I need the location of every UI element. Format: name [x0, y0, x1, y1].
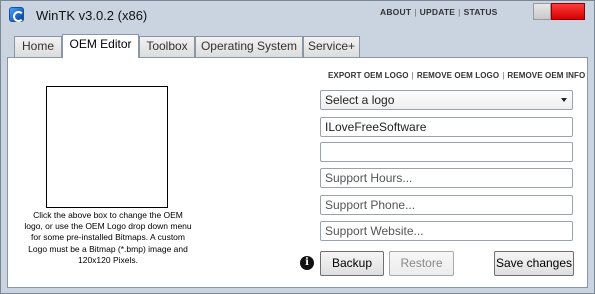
app-window: WinTK v3.0.2 (x86) ABOUT | UPDATE | STATUS H… — [0, 0, 595, 294]
support-hours-field[interactable]: Support Hours... — [320, 168, 573, 188]
top-links: ABOUT | UPDATE | STATUS — [380, 7, 498, 17]
tab-toolbox[interactable]: Toolbox — [139, 36, 195, 57]
export-oem-logo-link[interactable]: EXPORT OEM LOGO — [328, 71, 409, 80]
oem-logo-box[interactable] — [46, 86, 168, 208]
update-link[interactable]: UPDATE — [420, 7, 456, 17]
restore-button[interactable]: Restore — [389, 251, 454, 276]
support-website-field[interactable]: Support Website... — [320, 221, 573, 241]
oem-editor-panel: Click the above box to change the OEM lo… — [7, 57, 588, 288]
model-field[interactable] — [320, 142, 573, 162]
remove-oem-info-link[interactable]: REMOVE OEM INFO — [507, 71, 585, 80]
minimize-button[interactable] — [533, 3, 551, 20]
tab-operating-system[interactable]: Operating System — [195, 36, 303, 57]
window-title: WinTK v3.0.2 (x86) — [36, 8, 148, 23]
logo-help-text: Click the above box to change the OEM lo… — [24, 210, 192, 265]
manufacturer-field[interactable]: ILoveFreeSoftware — [320, 117, 573, 137]
info-icon[interactable]: i — [300, 256, 314, 270]
logo-select-value: Select a logo — [325, 93, 395, 107]
about-link[interactable]: ABOUT — [380, 7, 411, 17]
tab-home[interactable]: Home — [14, 36, 62, 57]
status-link[interactable]: STATUS — [464, 7, 498, 17]
backup-button[interactable]: Backup — [320, 251, 384, 276]
oem-actions: EXPORT OEM LOGO | REMOVE OEM LOGO | REMOVE O… — [328, 71, 586, 80]
support-phone-field[interactable]: Support Phone... — [320, 195, 573, 215]
close-button[interactable] — [551, 3, 585, 20]
app-icon — [9, 7, 24, 22]
remove-oem-logo-link[interactable]: REMOVE OEM LOGO — [417, 71, 499, 80]
logo-select[interactable]: Select a logo — [320, 90, 573, 110]
tab-oem-editor[interactable]: OEM Editor — [62, 34, 139, 58]
chevron-down-icon — [561, 98, 567, 102]
save-changes-button[interactable]: Save changes — [494, 251, 574, 276]
tab-service-plus[interactable]: Service+ — [303, 36, 360, 57]
